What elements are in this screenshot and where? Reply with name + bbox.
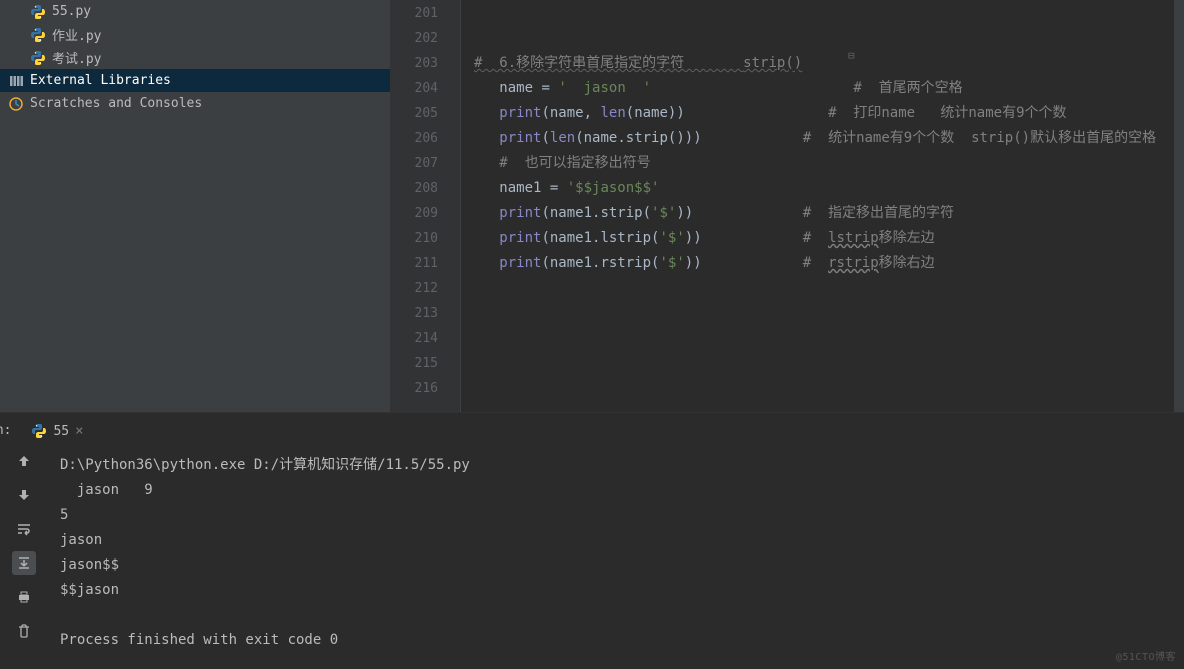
- code-content[interactable]: # 6.移除字符串首尾指定的字符 strip() name = ' jason …: [460, 0, 1174, 412]
- python-file-icon: [30, 50, 46, 66]
- project-tree[interactable]: 55.py 作业.py 考试.py External Libraries Scr…: [0, 0, 390, 412]
- tree-file-label-2: 考试.py: [52, 48, 101, 67]
- python-file-icon: [30, 4, 46, 20]
- tree-file-2[interactable]: 考试.py: [0, 46, 390, 69]
- external-libraries-label: External Libraries: [30, 73, 171, 88]
- close-icon[interactable]: ×: [75, 423, 83, 439]
- watermark: @51CTO博客: [1116, 648, 1176, 663]
- python-file-icon: [31, 423, 47, 439]
- run-tab-label: 55: [53, 424, 69, 439]
- console-output[interactable]: D:\Python36\python.exe D:/计算机知识存储/11.5/5…: [48, 413, 1184, 665]
- scratches-icon: [8, 96, 24, 112]
- trash-icon[interactable]: [12, 619, 36, 643]
- scroll-to-end-icon[interactable]: [12, 551, 36, 575]
- tree-file-label-1: 作业.py: [52, 25, 101, 44]
- tree-scratches[interactable]: Scratches and Consoles: [0, 92, 390, 115]
- code-editor[interactable]: 2012022032042052062072082092102112122132…: [390, 0, 1184, 412]
- run-panel-header: un: 55 ×: [0, 416, 92, 444]
- run-tab[interactable]: 55 ×: [23, 417, 91, 443]
- tree-file-0[interactable]: 55.py: [0, 0, 390, 23]
- tree-external-libraries[interactable]: External Libraries: [0, 69, 390, 92]
- print-icon[interactable]: [12, 585, 36, 609]
- library-icon: [8, 73, 24, 89]
- python-file-icon: [30, 27, 46, 43]
- tree-file-label-0: 55.py: [52, 4, 91, 19]
- soft-wrap-icon[interactable]: [12, 517, 36, 541]
- up-arrow-icon[interactable]: [12, 449, 36, 473]
- run-toolbar: [0, 413, 48, 665]
- run-panel: D:\Python36\python.exe D:/计算机知识存储/11.5/5…: [0, 412, 1184, 665]
- run-label: un:: [0, 423, 11, 438]
- tree-file-1[interactable]: 作业.py: [0, 23, 390, 46]
- editor-scrollbar[interactable]: [1174, 0, 1184, 412]
- line-number-gutter: 2012022032042052062072082092102112122132…: [390, 0, 460, 412]
- down-arrow-icon[interactable]: [12, 483, 36, 507]
- scratches-label: Scratches and Consoles: [30, 96, 202, 111]
